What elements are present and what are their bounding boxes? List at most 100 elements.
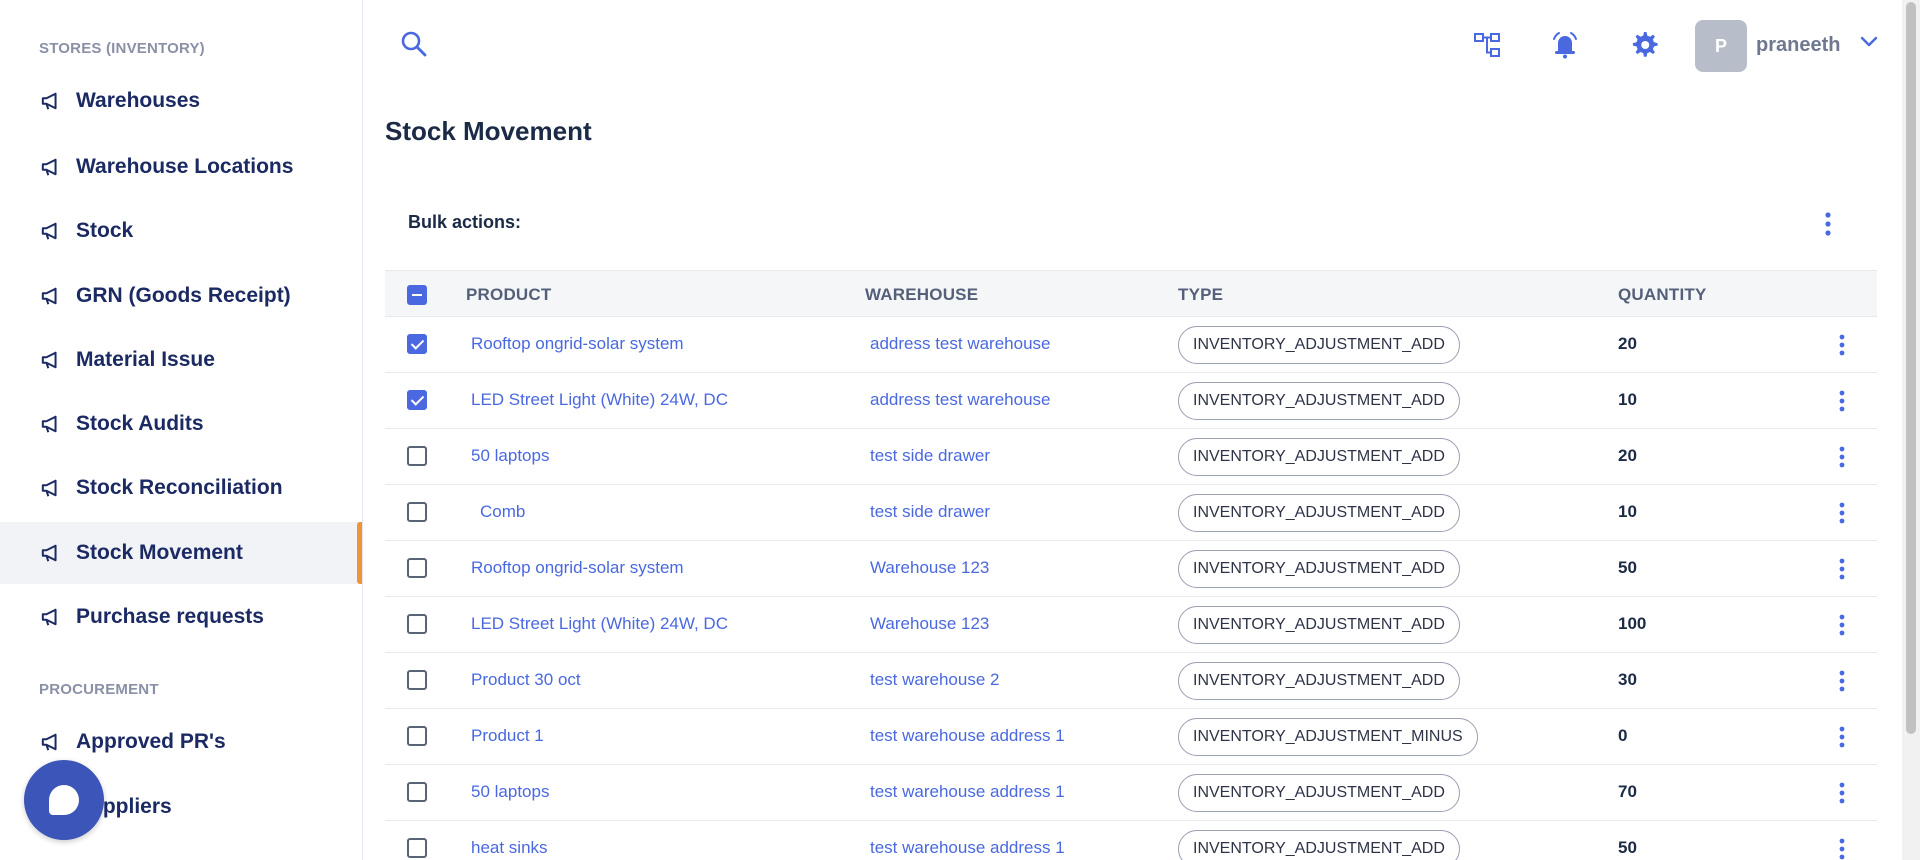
table-row: heat sinks test warehouse address 1 INVENT… (385, 821, 1877, 860)
product-link[interactable]: Rooftop ongrid-solar system (471, 558, 684, 578)
warehouse-link[interactable]: test warehouse address 1 (870, 838, 1065, 858)
quantity-value: 30 (1618, 670, 1637, 689)
chat-widget-button[interactable] (24, 760, 104, 840)
table-row: Rooftop ongrid-solar system Warehouse 123… (385, 541, 1877, 597)
warehouse-link[interactable]: test warehouse address 1 (870, 726, 1065, 746)
sidebar-item-label: Material Issue (76, 348, 215, 371)
page-title: Stock Movement (385, 116, 592, 146)
table-row: Rooftop ongrid-solar system address test … (385, 317, 1877, 373)
type-chip: INVENTORY_ADJUSTMENT_ADD (1178, 830, 1460, 860)
type-chip: INVENTORY_ADJUSTMENT_ADD (1178, 326, 1460, 364)
avatar[interactable]: P (1695, 20, 1747, 72)
column-header-warehouse[interactable]: WAREHOUSE (865, 285, 978, 305)
row-more-icon[interactable] (1832, 836, 1852, 860)
quantity-value: 50 (1618, 838, 1637, 857)
bulk-actions-more-icon[interactable] (1818, 210, 1838, 238)
column-header-quantity[interactable]: QUANTITY (1618, 285, 1706, 305)
select-all-checkbox[interactable] (407, 285, 427, 305)
row-checkbox[interactable] (407, 502, 427, 522)
row-checkbox[interactable] (407, 334, 427, 354)
type-chip: INVENTORY_ADJUSTMENT_MINUS (1178, 718, 1478, 756)
warehouse-link[interactable]: Warehouse 123 (870, 614, 989, 634)
table-row: LED Street Light (White) 24W, DC Warehous… (385, 597, 1877, 653)
row-more-icon[interactable] (1832, 668, 1852, 694)
warehouse-link[interactable]: test warehouse address 1 (870, 782, 1065, 802)
type-chip: INVENTORY_ADJUSTMENT_ADD (1178, 774, 1460, 812)
megaphone-icon (41, 479, 57, 497)
quantity-value: 0 (1618, 726, 1628, 745)
username-label[interactable]: praneeth (1756, 34, 1840, 57)
product-link[interactable]: heat sinks (471, 838, 548, 858)
product-link[interactable]: 50 laptops (471, 782, 549, 802)
sidebar-item-grn[interactable]: GRN (Goods Receipt) (0, 265, 362, 327)
row-more-icon[interactable] (1832, 444, 1852, 470)
row-more-icon[interactable] (1832, 500, 1852, 526)
gear-icon[interactable] (1629, 30, 1659, 60)
product-link[interactable]: Product 30 oct (471, 670, 581, 690)
sidebar: STORES (INVENTORY) Warehouses Warehouse … (0, 0, 363, 860)
table-row: Product 1 test warehouse address 1 INVENTO… (385, 709, 1877, 765)
row-more-icon[interactable] (1832, 388, 1852, 414)
quantity-value: 10 (1618, 390, 1637, 409)
sidebar-item-stock-movement[interactable]: Stock Movement (0, 522, 362, 584)
row-more-icon[interactable] (1832, 780, 1852, 806)
product-link[interactable]: Product 1 (471, 726, 544, 746)
product-link[interactable]: LED Street Light (White) 24W, DC (471, 390, 728, 410)
sidebar-item-warehouses[interactable]: Warehouses (0, 70, 362, 132)
product-link[interactable]: Rooftop ongrid-solar system (471, 334, 684, 354)
table-body: Rooftop ongrid-solar system address test … (385, 317, 1877, 860)
sidebar-item-warehouse-locations[interactable]: Warehouse Locations (0, 136, 362, 198)
vertical-scrollbar[interactable] (1902, 0, 1920, 860)
sidebar-item-label: Warehouse Locations (76, 155, 294, 178)
quantity-value: 70 (1618, 782, 1637, 801)
megaphone-icon (41, 544, 57, 562)
warehouse-link[interactable]: address test warehouse (870, 334, 1051, 354)
warehouse-link[interactable]: test side drawer (870, 446, 990, 466)
product-link[interactable]: Comb (480, 502, 525, 522)
quantity-value: 100 (1618, 614, 1647, 633)
row-more-icon[interactable] (1832, 724, 1852, 750)
sidebar-section-procurement: PROCUREMENT (39, 681, 159, 698)
row-more-icon[interactable] (1832, 556, 1852, 582)
column-header-product[interactable]: PRODUCT (466, 285, 551, 305)
table-row: 50 laptops test warehouse address 1 INVENT… (385, 765, 1877, 821)
row-checkbox[interactable] (407, 614, 427, 634)
row-checkbox[interactable] (407, 670, 427, 690)
megaphone-icon (41, 733, 57, 751)
column-header-type[interactable]: TYPE (1178, 285, 1223, 305)
alarm-bell-icon[interactable] (1550, 30, 1580, 60)
row-checkbox[interactable] (407, 726, 427, 746)
megaphone-icon (41, 351, 57, 369)
table-row: Product 30 oct test warehouse 2 INVENTORY_… (385, 653, 1877, 709)
quantity-value: 10 (1618, 502, 1637, 521)
scrollbar-thumb[interactable] (1906, 2, 1916, 734)
row-more-icon[interactable] (1832, 612, 1852, 638)
row-checkbox[interactable] (407, 558, 427, 578)
org-chart-icon[interactable] (1472, 30, 1502, 60)
sidebar-item-stock[interactable]: Stock (0, 200, 362, 262)
sidebar-section-stores: STORES (INVENTORY) (39, 40, 205, 57)
sidebar-item-stock-audits[interactable]: Stock Audits (0, 393, 362, 455)
chat-icon (49, 785, 79, 815)
table-row: Comb test side drawer INVENTORY_ADJUSTMENT… (385, 485, 1877, 541)
bulk-actions-label: Bulk actions: (408, 212, 522, 232)
row-more-icon[interactable] (1832, 332, 1852, 358)
warehouse-link[interactable]: Warehouse 123 (870, 558, 989, 578)
product-link[interactable]: 50 laptops (471, 446, 549, 466)
warehouse-link[interactable]: address test warehouse (870, 390, 1051, 410)
type-chip: INVENTORY_ADJUSTMENT_ADD (1178, 494, 1460, 532)
warehouse-link[interactable]: test warehouse 2 (870, 670, 999, 690)
row-checkbox[interactable] (407, 390, 427, 410)
warehouse-link[interactable]: test side drawer (870, 502, 990, 522)
search-icon[interactable] (400, 30, 428, 58)
stock-movement-table: PRODUCT WAREHOUSE TYPE QUANTITY Rooftop … (385, 270, 1877, 860)
megaphone-icon (41, 92, 57, 110)
row-checkbox[interactable] (407, 838, 427, 858)
sidebar-item-purchase-requests[interactable]: Purchase requests (0, 586, 362, 648)
row-checkbox[interactable] (407, 782, 427, 802)
sidebar-item-stock-reconciliation[interactable]: Stock Reconciliation (0, 457, 362, 519)
product-link[interactable]: LED Street Light (White) 24W, DC (471, 614, 728, 634)
sidebar-item-material-issue[interactable]: Material Issue (0, 329, 362, 391)
chevron-down-icon[interactable] (1860, 36, 1878, 48)
row-checkbox[interactable] (407, 446, 427, 466)
